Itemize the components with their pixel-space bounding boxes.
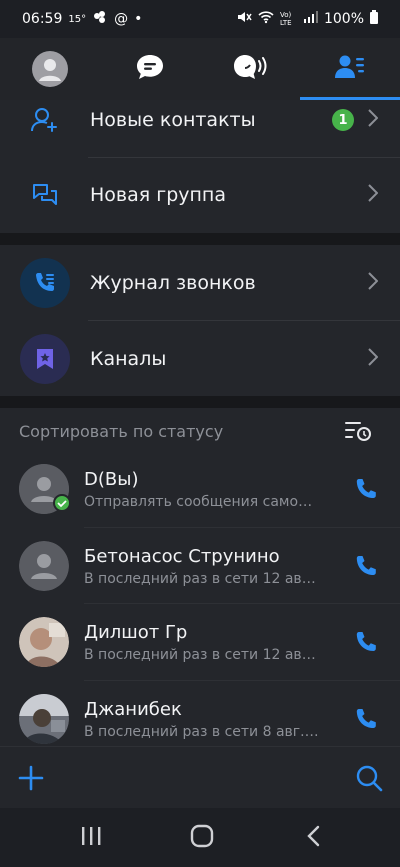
sort-by-status-icon[interactable] <box>344 420 372 446</box>
chevron-right-icon <box>368 272 379 294</box>
phone-icon[interactable] <box>354 477 378 505</box>
status-bar: 06:59 15° @ • Vo) LTE 100% <box>0 0 400 38</box>
plus-icon[interactable] <box>18 765 44 795</box>
section-separator <box>0 396 400 408</box>
channels-icon <box>20 333 70 384</box>
channels-row[interactable]: Каналы <box>0 321 400 396</box>
mute-icon <box>236 10 252 28</box>
call-log-row[interactable]: Журнал звонков <box>0 245 400 320</box>
phone-icon[interactable] <box>354 554 378 582</box>
battery-icon <box>370 10 378 28</box>
contact-avatar <box>19 694 69 744</box>
contact-row[interactable]: Дилшот Гр В последний раз в сети 12 авг.… <box>0 604 400 680</box>
contact-name: Дилшот Гр <box>84 621 188 643</box>
at-icon: @ <box>114 11 129 27</box>
new-group-icon <box>20 170 70 220</box>
call-log-icon <box>20 257 70 308</box>
contact-row[interactable]: D(Вы) Отправлять сообщения самому себе <box>0 451 400 527</box>
new-group-label: Новая группа <box>90 183 226 206</box>
search-icon[interactable] <box>355 764 383 796</box>
wifi-icon <box>258 10 274 28</box>
new-contacts-row[interactable]: Новые контакты 1 <box>0 82 400 157</box>
contact-avatar <box>19 464 71 516</box>
temperature: 15° <box>68 13 87 25</box>
actions-section: Новые контакты 1 Новая группа <box>0 100 400 233</box>
contact-status: В последний раз в сети 12 авг., 10:24 <box>84 570 319 587</box>
chevron-right-icon <box>368 109 379 131</box>
channels-label: Каналы <box>90 347 167 370</box>
sort-label: Сортировать по статусу <box>19 421 224 441</box>
contact-avatar <box>19 617 69 667</box>
add-contact-icon <box>20 95 70 145</box>
bottom-action-bar <box>0 746 400 808</box>
signal-icon <box>303 11 318 27</box>
contacts-icon <box>335 54 365 84</box>
contact-name: D(Вы) <box>84 468 139 490</box>
online-check-icon <box>53 494 71 516</box>
contact-name: Джанибек <box>84 698 182 720</box>
contact-row[interactable]: Бетонасос Струнино В последний раз в сет… <box>0 528 400 604</box>
contact-name: Бетонасос Струнино <box>84 545 280 567</box>
call-log-label: Журнал звонков <box>90 271 256 294</box>
clock: 06:59 <box>22 11 63 27</box>
contact-avatar <box>19 541 69 591</box>
broadcast-icon <box>232 53 268 85</box>
chevron-right-icon <box>368 348 379 370</box>
phone-icon[interactable] <box>354 707 378 735</box>
chevron-right-icon <box>368 184 379 206</box>
battery-percent: 100% <box>323 11 364 27</box>
dot-icon: • <box>134 11 143 27</box>
weather-icon <box>92 10 108 28</box>
new-group-row[interactable]: Новая группа <box>0 157 400 232</box>
section-separator <box>0 233 400 245</box>
back-icon[interactable] <box>306 825 320 851</box>
contact-status: В последний раз в сети 12 авг., 09:15 <box>84 646 319 663</box>
contact-status: Отправлять сообщения самому себе <box>84 493 319 510</box>
contact-status: В последний раз в сети 8 авг., 18:40 <box>84 723 319 740</box>
new-contacts-badge: 1 <box>332 109 354 131</box>
volte-label: Vo) LTE <box>279 11 292 27</box>
recent-apps-icon[interactable] <box>80 826 102 850</box>
phone-icon[interactable] <box>354 630 378 658</box>
home-icon[interactable] <box>190 824 214 852</box>
sort-row: Сортировать по статусу <box>0 410 400 452</box>
new-contacts-label: Новые контакты <box>90 108 256 131</box>
features-section: Журнал звонков Каналы <box>0 245 400 396</box>
chat-bubble-icon <box>135 53 165 85</box>
system-nav-bar <box>0 808 400 867</box>
